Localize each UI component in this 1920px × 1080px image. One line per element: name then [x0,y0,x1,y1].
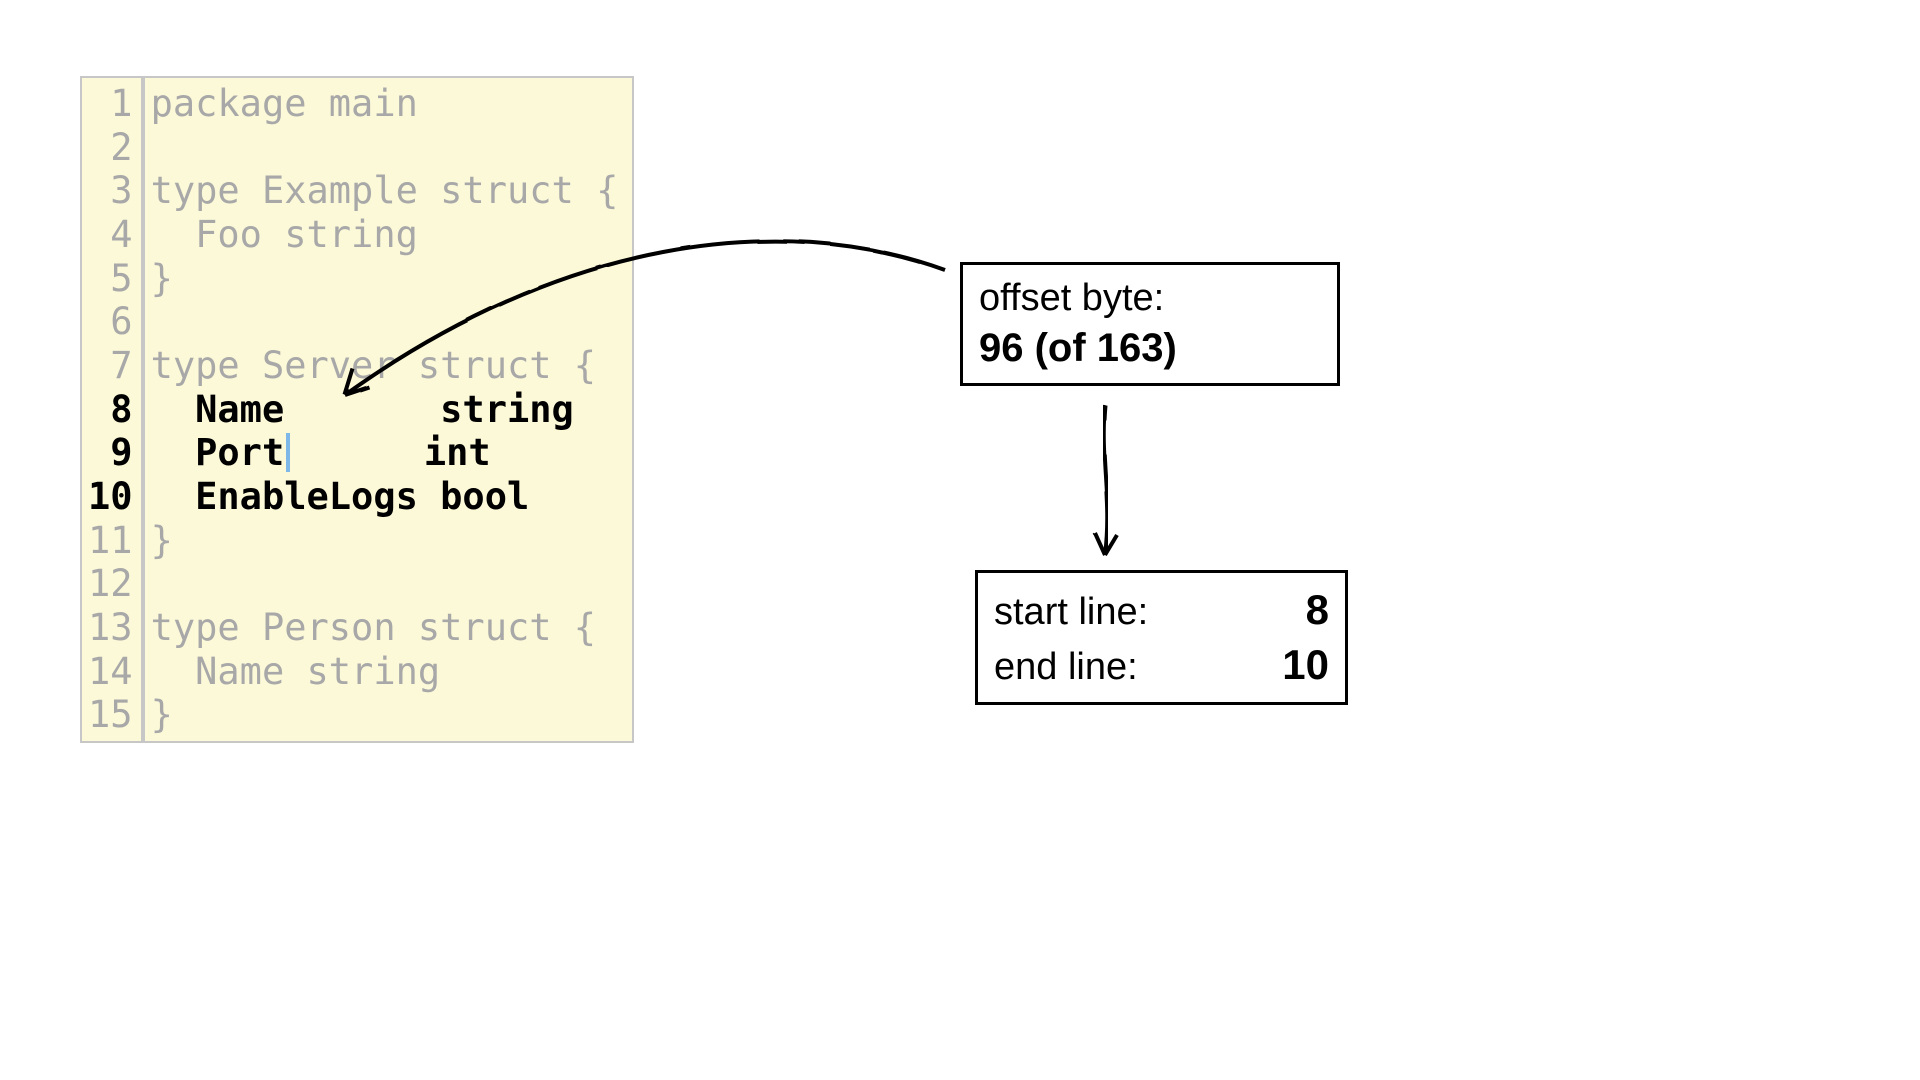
code-line: } [151,257,619,301]
offset-label: offset byte: [979,275,1321,323]
start-line-label: start line: [994,588,1148,637]
line-number: 11 [88,519,133,563]
line-number: 1 [88,82,133,126]
text-cursor [286,433,290,472]
line-number: 12 [88,562,133,606]
line-number: 3 [88,169,133,213]
end-line-value: 10 [1282,638,1329,693]
line-number: 13 [88,606,133,650]
code-line [151,126,619,170]
code-editor: 123456789101112131415 package maintype E… [80,76,634,743]
start-line-value: 8 [1306,583,1329,638]
code-line: } [151,519,619,563]
code-line: Foo string [151,213,619,257]
code-line: Name string [151,388,619,432]
code-line: type Person struct { [151,606,619,650]
offset-value: 96 (of 163) [979,323,1321,373]
line-number: 7 [88,344,133,388]
code-area: package main type Example struct { Foo st… [143,76,635,743]
code-line [151,562,619,606]
code-line: package main [151,82,619,126]
line-number: 10 [88,475,133,519]
line-number: 2 [88,126,133,170]
line-number: 9 [88,431,133,475]
code-line: type Server struct { [151,344,619,388]
line-range-box: start line: 8 end line: 10 [975,570,1348,705]
line-number: 5 [88,257,133,301]
code-line: } [151,693,619,737]
end-line-label: end line: [994,643,1138,692]
offset-info-box: offset byte: 96 (of 163) [960,262,1340,386]
code-line: Name string [151,650,619,694]
code-line: type Example struct { [151,169,619,213]
arrow-offset-to-lines-head [1095,533,1117,555]
line-number: 8 [88,388,133,432]
line-number: 15 [88,693,133,737]
code-line: Port int [151,431,619,475]
line-number: 4 [88,213,133,257]
line-number: 6 [88,300,133,344]
line-number: 14 [88,650,133,694]
code-line: EnableLogs bool [151,475,619,519]
code-line [151,300,619,344]
arrow-offset-to-lines [1104,405,1108,555]
line-number-gutter: 123456789101112131415 [80,76,143,743]
